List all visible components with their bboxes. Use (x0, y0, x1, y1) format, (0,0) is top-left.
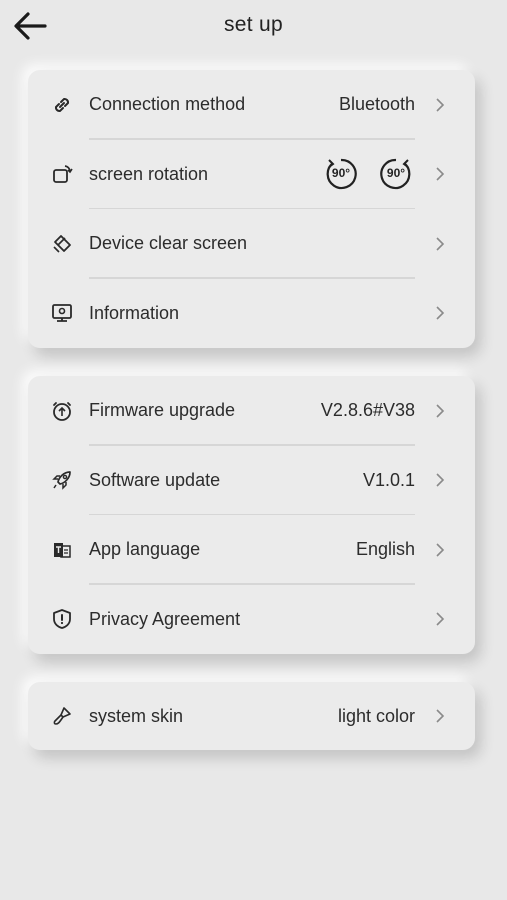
connection-method-label: Connection method (89, 94, 246, 115)
rotate-icon (50, 162, 74, 186)
device-clear-screen-label: Device clear screen (89, 233, 248, 254)
monitor-icon (50, 301, 74, 325)
chevron-right-icon (433, 540, 447, 560)
chevron-right-icon (433, 401, 447, 421)
device-clear-screen-row[interactable]: Device clear screen (28, 209, 475, 279)
chevron-right-icon (433, 95, 447, 115)
header: set up (0, 0, 507, 54)
software-update-row[interactable]: Software update V1.0.1 (28, 446, 475, 515)
connection-method-value: Bluetooth (338, 94, 415, 115)
chevron-right-icon (433, 234, 447, 254)
privacy-agreement-label: Privacy Agreement (89, 608, 241, 629)
eraser-icon (50, 232, 74, 256)
firmware-upgrade-label: Firmware upgrade (89, 400, 236, 421)
rotate-left-label: 90° (331, 166, 351, 181)
rotate-right-label: 90° (386, 166, 406, 181)
settings-card-system: Firmware upgrade V2.8.6#V38 Software upd… (28, 376, 475, 654)
chevron-right-icon (433, 303, 447, 323)
app-language-value: English (355, 539, 415, 560)
system-skin-label: system skin (89, 705, 184, 726)
screen-rotation-row: screen rotation 90° 90° (28, 140, 475, 209)
connection-method-row[interactable]: Connection method Bluetooth (28, 70, 475, 140)
link-icon (50, 93, 74, 117)
system-skin-value: light color (337, 705, 415, 726)
app-language-row[interactable]: App language English (28, 515, 475, 585)
firmware-icon (50, 399, 74, 423)
chevron-right-icon (433, 164, 447, 184)
firmware-version-value: V2.8.6#V38 (320, 400, 415, 421)
settings-card-skin: system skin light color (28, 682, 475, 750)
settings-card-device: Connection method Bluetooth screen rotat… (28, 70, 475, 348)
language-icon (50, 538, 74, 562)
rocket-icon (50, 468, 74, 492)
shield-icon (50, 607, 74, 631)
software-update-label: Software update (89, 469, 221, 490)
chevron-right-icon (433, 609, 447, 629)
information-label: Information (89, 302, 180, 323)
rotate-left-button[interactable]: 90° (324, 157, 358, 191)
information-row[interactable]: Information (28, 279, 475, 349)
page-title: set up (223, 13, 283, 36)
screen-rotation-label: screen rotation (89, 163, 209, 184)
brush-icon (50, 704, 74, 728)
firmware-upgrade-row[interactable]: Firmware upgrade V2.8.6#V38 (28, 376, 475, 446)
settings-page: set up Connection method Bluetooth scree… (0, 0, 507, 900)
system-skin-row[interactable]: system skin light color (28, 682, 475, 750)
software-version-value: V1.0.1 (362, 469, 415, 490)
chevron-right-icon (433, 706, 447, 726)
rotate-right-button[interactable]: 90° (379, 157, 413, 191)
app-language-label: App language (89, 539, 201, 560)
privacy-agreement-row[interactable]: Privacy Agreement (28, 585, 475, 655)
chevron-right-icon (433, 470, 447, 490)
